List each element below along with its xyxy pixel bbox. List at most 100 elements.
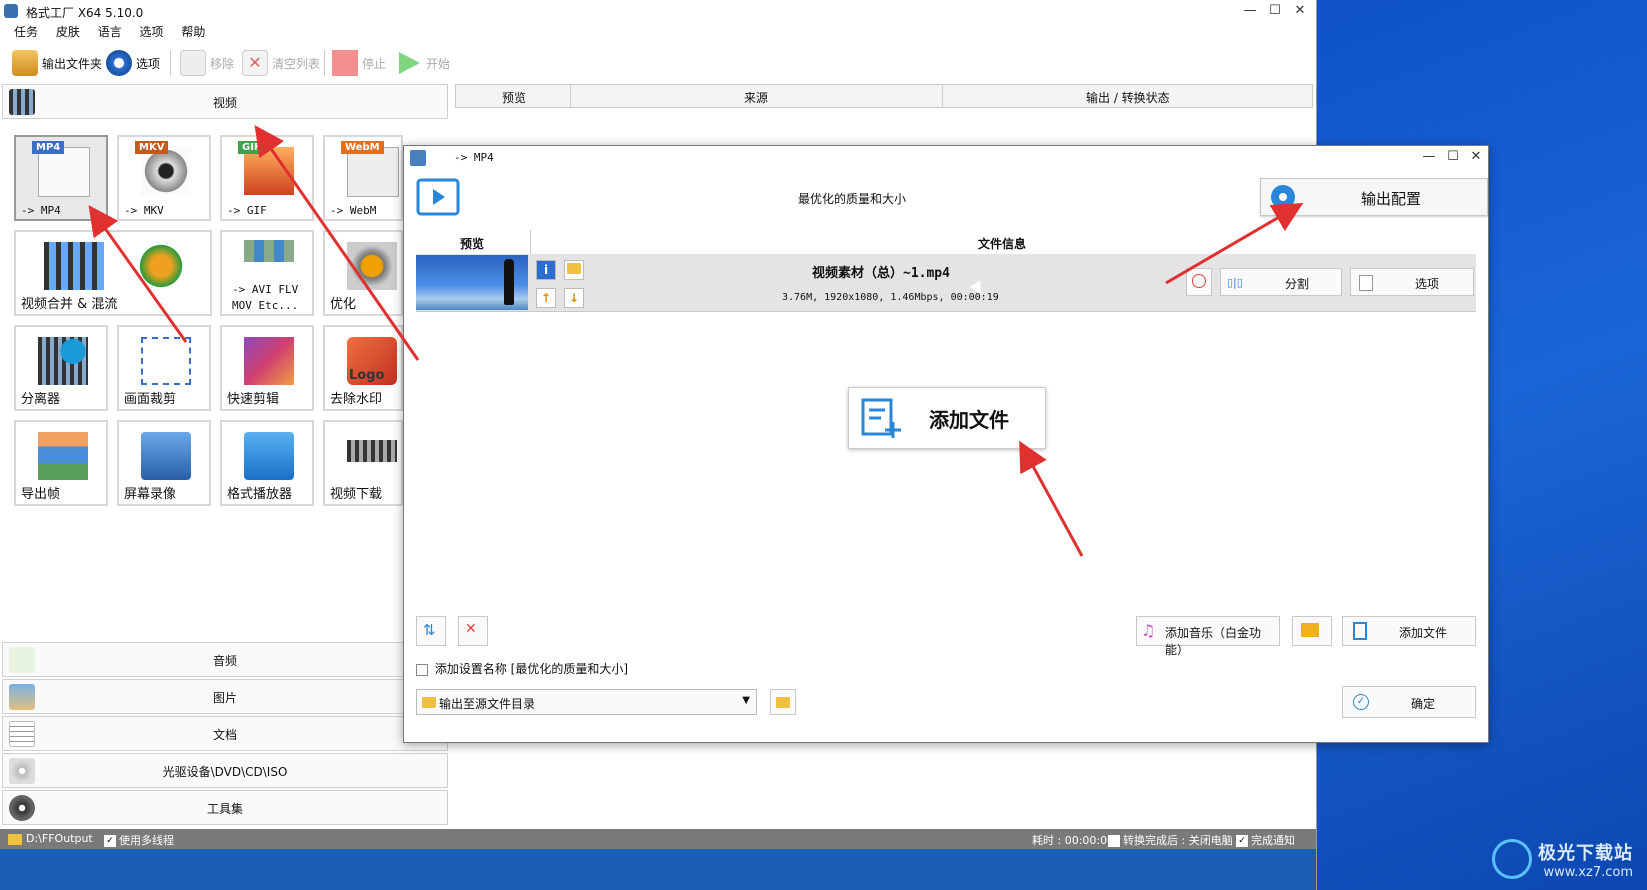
tile-player[interactable]: 格式播放器	[220, 420, 314, 506]
browse-folder-button[interactable]	[770, 689, 796, 715]
category-video[interactable]: 视频	[2, 84, 448, 119]
dialog-minimize-button[interactable]: —	[1418, 148, 1440, 166]
clear-files-icon: ✕	[465, 621, 477, 637]
add-folder-button[interactable]	[1292, 616, 1332, 646]
tile-download[interactable]: 视频下载	[323, 420, 403, 506]
tile-webm[interactable]: WebM -> WebM	[323, 135, 403, 221]
output-dir-select[interactable]: 输出至源文件目录 ▼	[416, 689, 757, 715]
chevron-down-icon: ▼	[742, 695, 750, 706]
logo-text: Logo	[349, 368, 385, 383]
output-folder-button[interactable]: 输出文件夹	[12, 50, 102, 76]
tile-remove-watermark[interactable]: Logo 去除水印	[323, 325, 403, 411]
tile-formats[interactable]: -> AVI FLV MOV Etc...	[220, 230, 314, 316]
tile-merge[interactable]: 视频合并 & 混流	[14, 230, 212, 316]
tile-crop[interactable]: 画面裁剪	[117, 325, 211, 411]
column-divider	[530, 230, 531, 254]
move-up-button[interactable]: ↑	[536, 288, 556, 308]
tile-optimize[interactable]: 优化	[323, 230, 403, 316]
category-tools[interactable]: 工具集	[2, 790, 448, 825]
options-button[interactable]: 选项	[106, 50, 160, 76]
remove-icon	[180, 50, 206, 76]
mp4-icon	[38, 147, 90, 197]
tile-screen-record[interactable]: 屏幕录像	[117, 420, 211, 506]
sort-icon: ⇅	[423, 621, 436, 639]
menu-skin[interactable]: 皮肤	[56, 22, 80, 42]
tile-splitter[interactable]: 分离器	[14, 325, 108, 411]
stop-button[interactable]: 停止	[332, 50, 386, 76]
desktop-strip	[0, 849, 1316, 890]
split-icon: ▯|▯	[1227, 276, 1243, 289]
category-tools-label: 工具集	[206, 802, 243, 816]
category-audio[interactable]: 音频	[2, 642, 448, 677]
col-status[interactable]: 输出 / 转换状态	[1086, 89, 1170, 106]
split-button[interactable]: ▯|▯ 分割	[1220, 268, 1342, 296]
remove-file-button[interactable]	[1186, 268, 1212, 296]
add-folder-icon	[1301, 623, 1319, 637]
add-file-large-button[interactable]: 添加文件	[848, 387, 1046, 449]
tile-mkv[interactable]: MKV -> MKV	[117, 135, 211, 221]
close-button[interactable]: ✕	[1289, 2, 1311, 20]
minimize-button[interactable]: —	[1239, 2, 1261, 20]
tile-gif[interactable]: GIF -> GIF	[220, 135, 314, 221]
toolbar-divider	[170, 50, 171, 76]
add-file-icon	[861, 398, 901, 438]
dialog-close-button[interactable]: ✕	[1465, 148, 1487, 166]
file-row[interactable]: i ↑ ↓ 视频素材（总）~1.mp4 3.76M, 1920x1080, 1.…	[416, 254, 1476, 312]
mkv-icon	[141, 147, 191, 195]
notify-checkbox[interactable]: ✓ 完成通知	[1236, 832, 1295, 848]
maximize-button[interactable]: ☐	[1264, 2, 1286, 20]
category-document-label: 文档	[212, 728, 237, 742]
menu-task[interactable]: 任务	[14, 22, 38, 42]
add-file-button[interactable]: 添加文件	[1342, 616, 1476, 646]
dialog-app-icon	[410, 150, 426, 166]
clear-files-button[interactable]: ✕	[458, 616, 488, 646]
music-note-icon: ♫	[1141, 621, 1156, 640]
add-setting-name-label: 添加设置名称 [最优化的质量和大小]	[434, 662, 629, 676]
title-bar: 格式工厂 X64 5.10.0 — ☐ ✕	[0, 0, 1316, 22]
file-options-button[interactable]: 选项	[1350, 268, 1474, 296]
checkbox-checked-icon: ✓	[104, 835, 116, 847]
optimize-icon	[347, 242, 397, 290]
category-document[interactable]: 文档	[2, 716, 448, 751]
app-icon	[4, 4, 18, 18]
category-disc[interactable]: 光驱设备\DVD\CD\ISO	[2, 753, 448, 788]
tile-remove-watermark-label: 去除水印	[330, 392, 383, 407]
dialog-header: 最优化的质量和大小 输出配置	[416, 178, 1488, 222]
category-image-label: 图片	[212, 691, 237, 705]
clear-list-label: 清空列表	[272, 56, 321, 71]
category-image[interactable]: 图片	[2, 679, 448, 714]
clear-list-button[interactable]: ✕ 清空列表	[242, 50, 320, 76]
thumbnail-figure	[504, 259, 514, 305]
video-format-icon	[416, 178, 460, 216]
open-folder-button[interactable]	[564, 260, 584, 280]
col-fileinfo: 文件信息	[978, 237, 1027, 251]
col-source[interactable]: 来源	[744, 89, 768, 106]
menu-options[interactable]: 选项	[140, 22, 164, 42]
add-setting-name-checkbox[interactable]: 添加设置名称 [最优化的质量和大小]	[416, 660, 628, 677]
ok-button[interactable]: ✓ 确定	[1342, 686, 1476, 718]
menu-language[interactable]: 语言	[98, 22, 122, 42]
dialog-title: -> MP4	[454, 151, 494, 164]
tile-export-frames[interactable]: 导出帧	[14, 420, 108, 506]
output-config-button[interactable]: 输出配置	[1260, 178, 1488, 216]
gif-icon	[244, 147, 294, 195]
output-path[interactable]: D:\FFOutput	[8, 832, 93, 845]
dialog-maximize-button[interactable]: ☐	[1442, 148, 1464, 166]
menu-help[interactable]: 帮助	[181, 22, 205, 42]
start-button[interactable]: 开始	[396, 50, 450, 76]
dialog-title-bar: -> MP4 — ☐ ✕	[404, 146, 1488, 168]
output-folder-label: 输出文件夹	[42, 56, 103, 71]
tile-quick-cut[interactable]: 快速剪辑	[220, 325, 314, 411]
multithread-checkbox[interactable]: ✓ 使用多线程	[104, 832, 174, 848]
tile-mp4[interactable]: MP4 -> MP4	[14, 135, 108, 221]
remove-button[interactable]: 移除	[180, 50, 234, 76]
after-convert-checkbox[interactable]: 转换完成后 : 关闭电脑	[1108, 832, 1233, 848]
move-down-button[interactable]: ↓	[564, 288, 584, 308]
remove-label: 移除	[210, 56, 235, 71]
sort-button[interactable]: ⇅	[416, 616, 446, 646]
col-preview[interactable]: 预览	[502, 89, 526, 106]
info-icon[interactable]: i	[536, 260, 556, 280]
category-video-label: 视频	[212, 96, 237, 110]
site-watermark: 极光下载站 www.xz7.com	[1492, 839, 1633, 880]
add-music-button[interactable]: ♫ 添加音乐（白金功能）	[1136, 616, 1280, 657]
